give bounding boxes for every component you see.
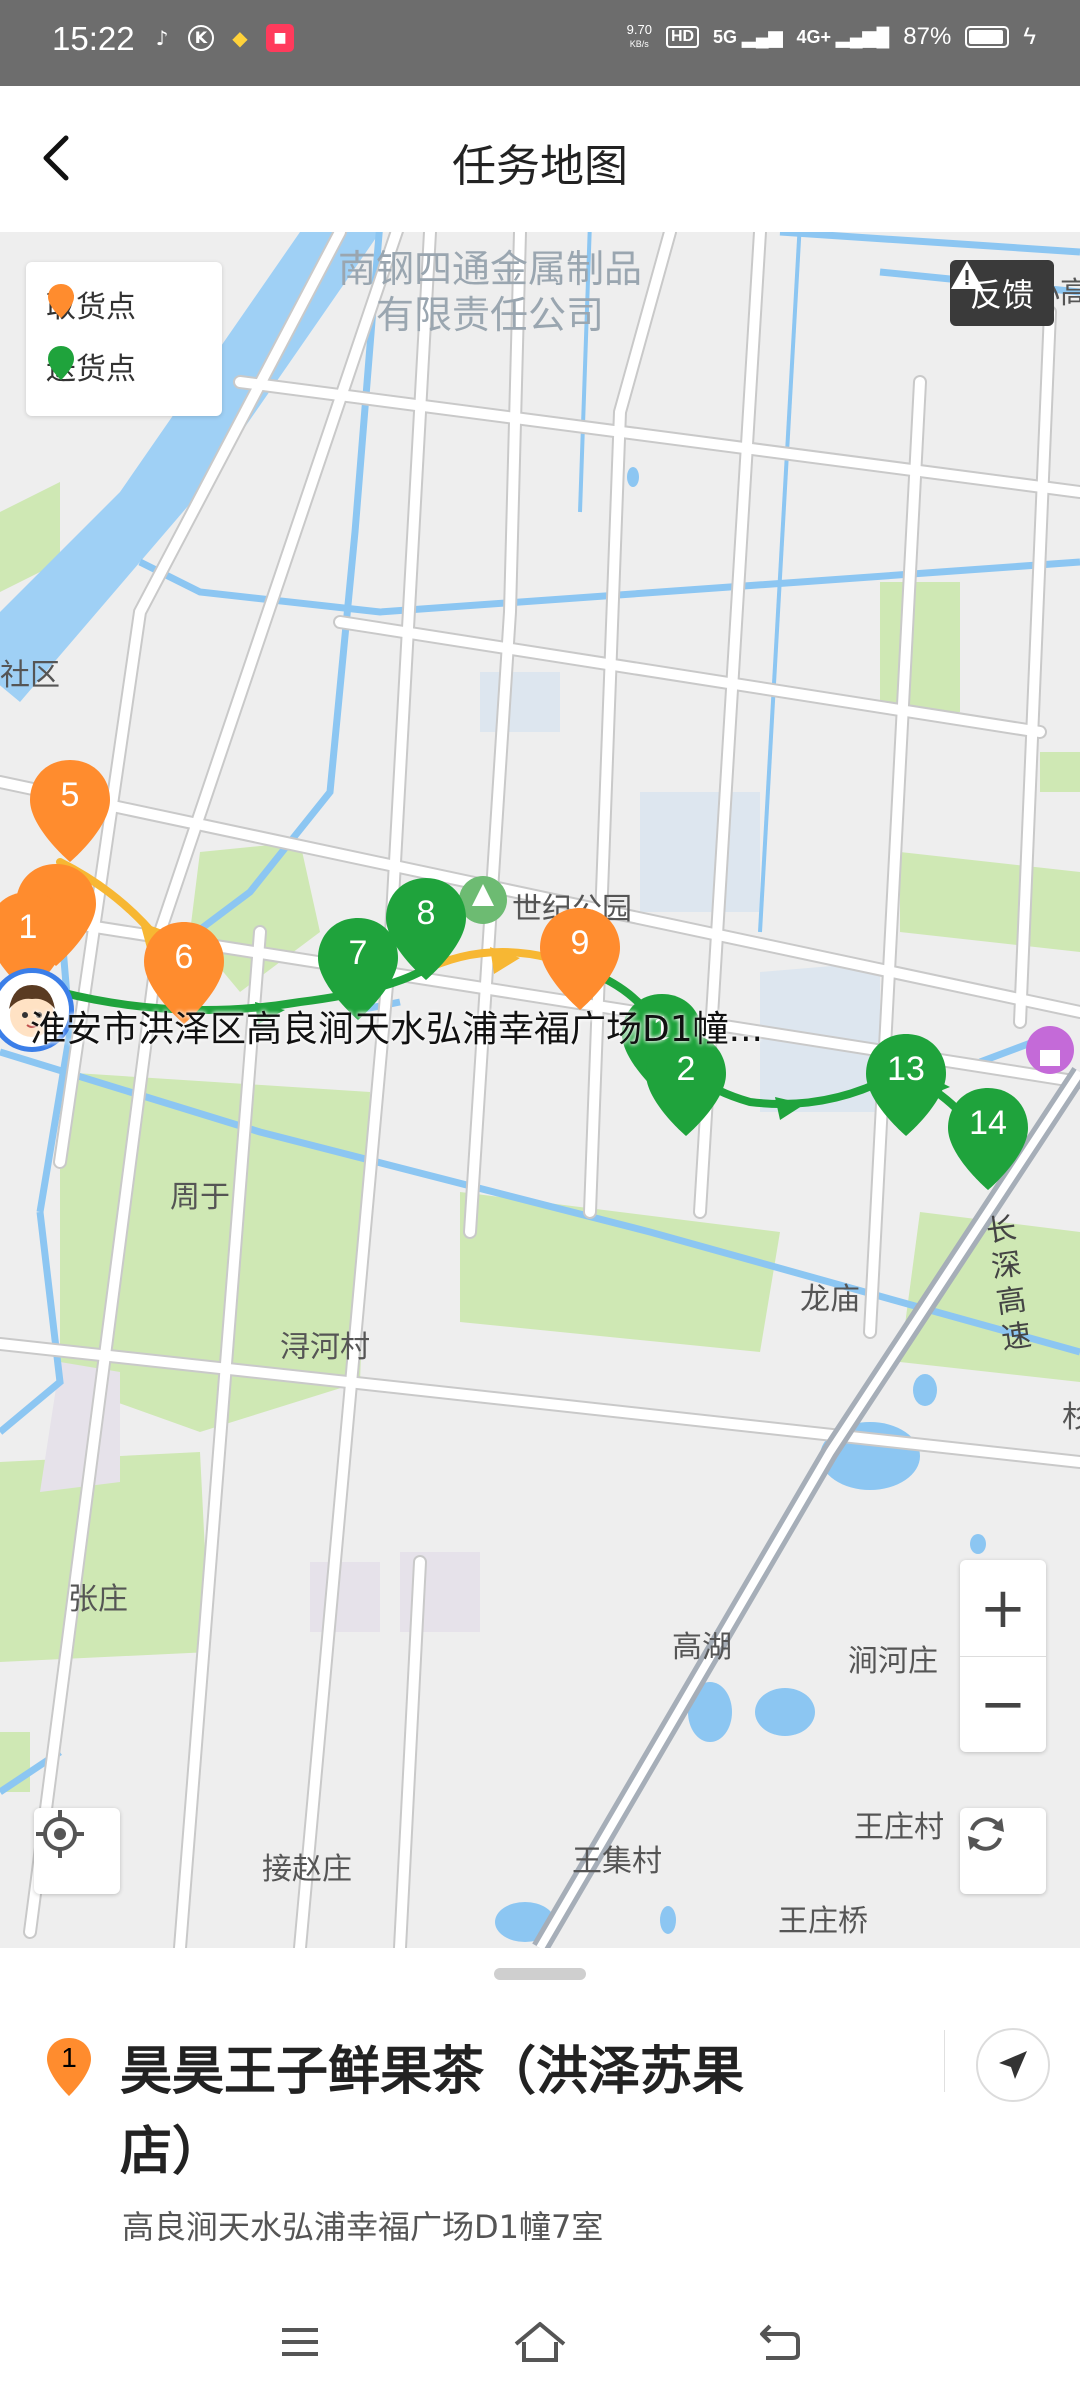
hd-icon: HD xyxy=(665,26,700,48)
app-icon: ■ xyxy=(266,24,294,52)
locate-button[interactable] xyxy=(34,1808,120,1894)
network-speed: 9.70 KB/s xyxy=(627,22,652,52)
home-icon xyxy=(514,2322,566,2362)
warning-icon xyxy=(950,261,983,289)
music-note-icon: ♪ xyxy=(155,26,169,50)
marker-number: 5 xyxy=(60,776,80,814)
marker-number: 1 xyxy=(18,908,38,946)
refresh-button[interactable] xyxy=(960,1808,1046,1894)
network-speed-value: 9.70 xyxy=(626,22,652,37)
map-label-zhouyu: 周于 xyxy=(170,1180,230,1215)
marker-delivery-14[interactable]: 14 xyxy=(942,1084,1034,1196)
map-label-xunhecun: 浔河村 xyxy=(280,1330,370,1365)
status-time: 15:22 xyxy=(52,20,135,57)
map-label-zhangzhuang: 张庄 xyxy=(68,1582,128,1617)
map-label-wangzhuangqiao: 王庄桥 xyxy=(778,1904,868,1939)
marker-delivery-8[interactable]: 8 xyxy=(380,874,472,986)
status-right-icons: 9.70 KB/s HD 5G ▂▄▆ 4G+ ▂▄▆█ 87% ϟ xyxy=(627,22,1036,52)
sheet-divider xyxy=(944,2030,945,2092)
signal-4g-icon: 4G+ ▂▄▆█ xyxy=(796,26,890,47)
store-name: 昊昊王子鲜果茶（洪泽苏果店） xyxy=(120,2042,745,2182)
battery-icon xyxy=(965,26,1010,48)
signal-5g-icon: 5G ▂▄▆ xyxy=(713,26,783,47)
delivery-pin-icon xyxy=(48,346,74,380)
marker-pickup-5[interactable]: 5 xyxy=(24,756,116,868)
marker-delivery-13[interactable]: 13 xyxy=(860,1030,952,1142)
menu-icon xyxy=(282,2328,318,2356)
store-pickup-badge: 1 xyxy=(44,2036,94,2098)
store-address: 高良涧天水弘浦幸福广场D1幢7室 xyxy=(122,2208,604,2246)
locate-icon xyxy=(36,1810,84,1858)
map-label-edge: 杉 xyxy=(1062,1400,1080,1435)
marker-number: 8 xyxy=(416,894,436,932)
task-detail-sheet[interactable]: 1 昊昊王子鲜果茶（洪泽苏果店） 高良涧天水弘浦幸福广场D1幢7室 xyxy=(0,1948,1080,2283)
current-address-label: 淮安市洪泽区高良涧天水弘浦幸福广场D1幢... xyxy=(30,1009,763,1050)
map-label-company: 南钢四通金属制品 有限责任公司 xyxy=(337,247,642,337)
refresh-icon xyxy=(968,1817,1004,1851)
map-label-wangjicun: 王集村 xyxy=(572,1844,662,1879)
feedback-button[interactable]: 反馈 xyxy=(949,260,1054,326)
poi-lock-icon xyxy=(1026,1026,1074,1074)
header: 任务地图 xyxy=(0,86,1080,232)
signal-5g-label: 5G xyxy=(713,26,738,47)
map-label-wangzhuangcun: 王庄村 xyxy=(854,1810,944,1845)
marker-number: 6 xyxy=(174,938,194,976)
battery-percent: 87% xyxy=(903,23,952,50)
marker-number: 9 xyxy=(570,924,590,962)
sheet-drag-handle[interactable] xyxy=(494,1968,586,1980)
status-left-icons: ♪ K ◆ ■ xyxy=(148,24,294,52)
pickup-pin-icon xyxy=(48,284,74,318)
k-icon: K xyxy=(188,25,214,51)
marker-number: 13 xyxy=(887,1050,925,1088)
marker-number: 2 xyxy=(676,1050,696,1088)
store-badge-number: 1 xyxy=(61,2042,77,2073)
map-label-jiezhaozhuang: 接赵庄 xyxy=(262,1852,352,1887)
network-speed-unit: KB/s xyxy=(629,39,649,49)
signal-4g-label: 4G+ xyxy=(796,26,832,47)
system-nav-bar xyxy=(0,2272,1080,2408)
status-bar: 15:22 ♪ K ◆ ■ 9.70 KB/s HD 5G ▂▄▆ 4G+ ▂▄… xyxy=(0,0,1080,86)
map-legend: 取货点 送货点 xyxy=(26,262,222,416)
map-label-shequ: 社区 xyxy=(0,658,60,693)
legend-delivery: 送货点 xyxy=(46,344,136,388)
map-label-gaohu: 高湖 xyxy=(672,1630,732,1665)
navigation-arrow-icon xyxy=(999,2051,1027,2079)
back-icon xyxy=(760,2324,800,2360)
zoom-in-button[interactable]: + xyxy=(960,1560,1046,1656)
zoom-control: + − xyxy=(960,1560,1046,1752)
marker-number: 14 xyxy=(969,1104,1007,1142)
zoom-out-button[interactable]: − xyxy=(960,1656,1046,1752)
legend-pickup: 取货点 xyxy=(46,282,136,326)
map-label-jianhezhuang: 涧河庄 xyxy=(848,1644,938,1679)
page-title: 任务地图 xyxy=(452,141,628,192)
navigate-button[interactable] xyxy=(976,2028,1050,2102)
task-map[interactable]: 南钢四通金属制品 有限责任公司 社区 周于 浔河村 张庄 接赵庄 王集村 高湖 … xyxy=(0,232,1080,1948)
home-button[interactable] xyxy=(500,2302,580,2382)
back-nav-button[interactable] xyxy=(740,2302,820,2382)
menu-button[interactable] xyxy=(260,2302,340,2382)
map-label-longmiao: 龙庙 xyxy=(800,1282,860,1317)
charging-icon: ϟ xyxy=(1023,23,1036,50)
fish-icon: ◆ xyxy=(232,26,248,50)
